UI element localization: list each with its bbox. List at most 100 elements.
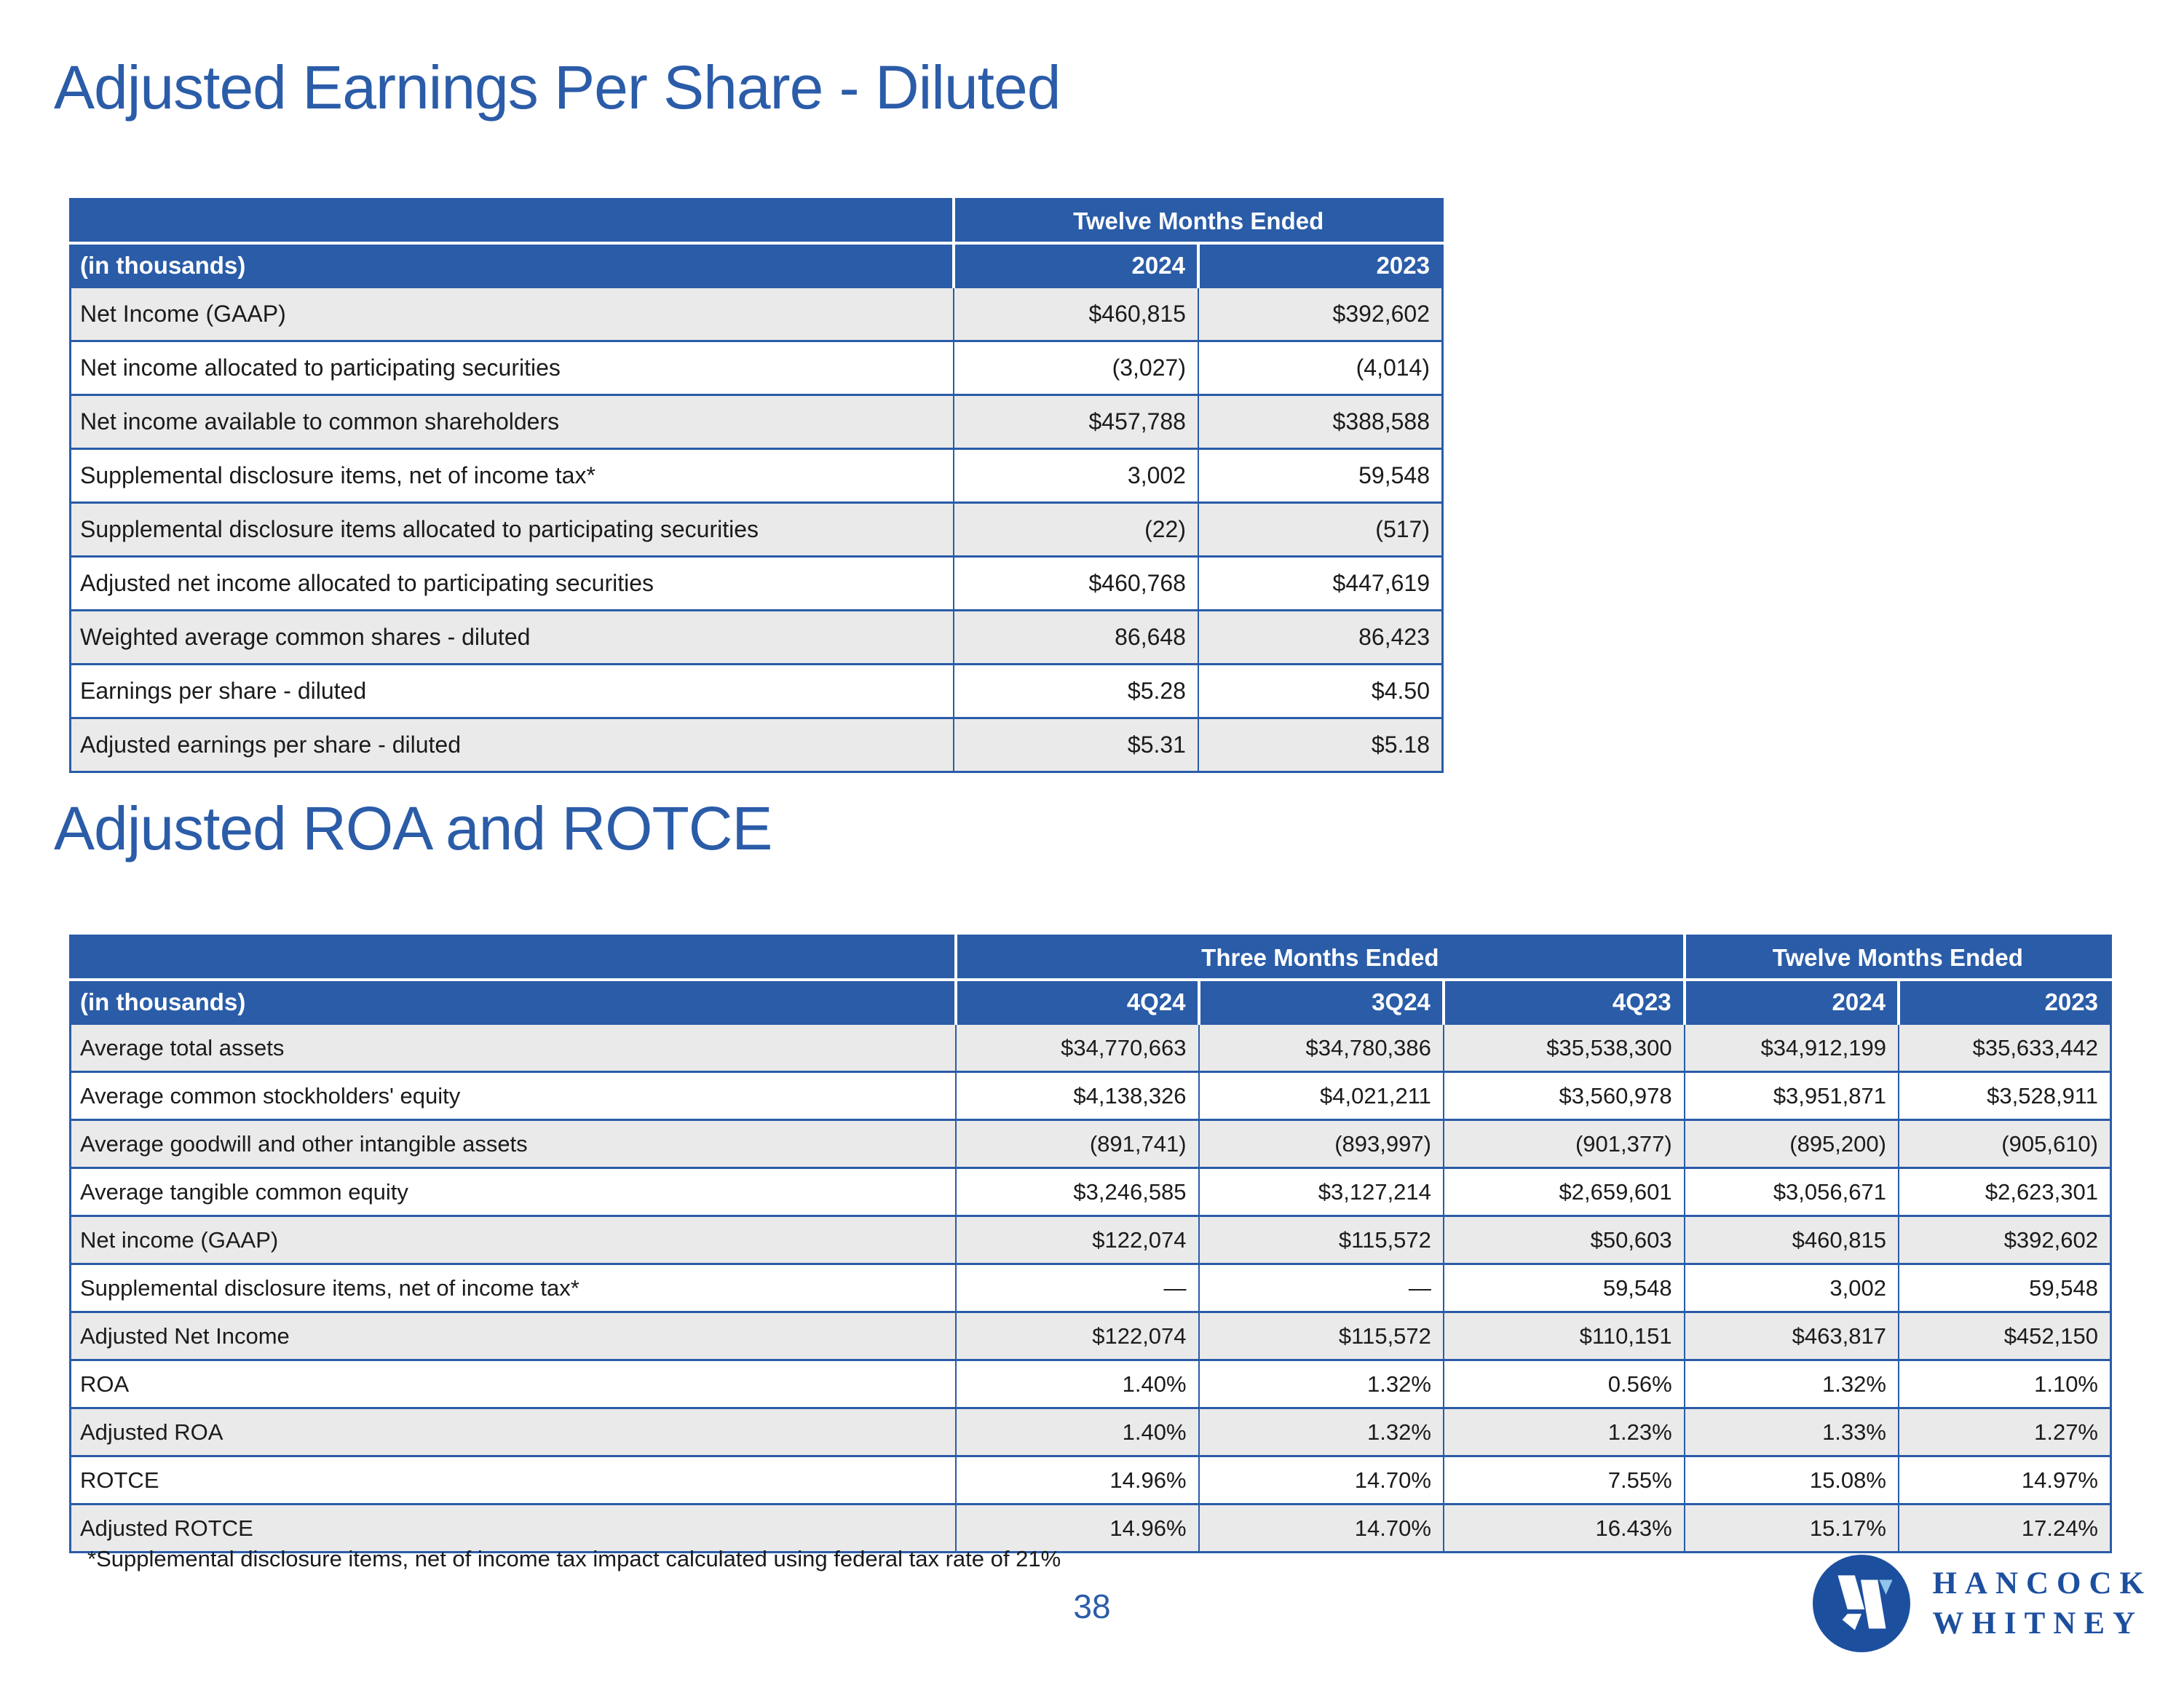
hancock-whitney-logo: HANCOCK WHITNEY	[1813, 1555, 2152, 1652]
roa-corner-blank	[71, 936, 957, 980]
logo-wordmark: HANCOCK WHITNEY	[1932, 1563, 2152, 1644]
row-label-cell: Net income available to common sharehold…	[71, 395, 954, 449]
table-row: Net income (GAAP) $122,074 $115,572 $50,…	[71, 1216, 2111, 1264]
page-title-roa: Adjusted ROA and ROTCE	[54, 793, 772, 864]
value-cell: $122,074	[956, 1312, 1199, 1360]
column-header: 2023	[1198, 243, 1443, 288]
value-cell: $34,770,663	[956, 1024, 1199, 1072]
row-label-cell: Supplemental disclosure items, net of in…	[71, 449, 954, 503]
value-cell: $460,768	[954, 557, 1198, 611]
row-label-cell: Average common stockholders' equity	[71, 1072, 957, 1120]
value-cell: 1.32%	[1199, 1360, 1444, 1408]
value-cell: $4,138,326	[956, 1072, 1199, 1120]
table-row: Net income available to common sharehold…	[71, 395, 1443, 449]
value-cell: (22)	[954, 503, 1198, 557]
value-cell: (893,997)	[1199, 1120, 1444, 1168]
value-cell: 59,548	[1444, 1264, 1685, 1312]
value-cell: $34,912,199	[1685, 1024, 1899, 1072]
value-cell: $50,603	[1444, 1216, 1685, 1264]
table-row: Adjusted ROTCE 14.96% 14.70% 16.43% 15.1…	[71, 1504, 2111, 1553]
table-row: Adjusted net income allocated to partici…	[71, 557, 1443, 611]
eps-column-header-row: (in thousands) 2024 2023	[71, 243, 1443, 288]
table-row: Average goodwill and other intangible as…	[71, 1120, 2111, 1168]
table-row: ROA 1.40% 1.32% 0.56% 1.32% 1.10%	[71, 1360, 2111, 1408]
table-row: Average total assets $34,770,663 $34,780…	[71, 1024, 2111, 1072]
value-cell: $452,150	[1899, 1312, 2111, 1360]
row-label-cell: Net Income (GAAP)	[71, 288, 954, 341]
value-cell: $5.28	[954, 665, 1198, 718]
roa-colgroup-twelve-months: Twelve Months Ended	[1685, 936, 2111, 980]
column-header: 3Q24	[1199, 980, 1444, 1024]
eps-colgroup-twelve-months: Twelve Months Ended	[954, 199, 1442, 244]
row-label-cell: Weighted average common shares - diluted	[71, 611, 954, 665]
value-cell: 17.24%	[1899, 1504, 2111, 1553]
row-label-cell: Adjusted Net Income	[71, 1312, 957, 1360]
column-header: 4Q24	[956, 980, 1199, 1024]
table-row: Supplemental disclosure items, net of in…	[71, 1264, 2111, 1312]
table-row: Average common stockholders' equity $4,1…	[71, 1072, 2111, 1120]
row-label-cell: ROTCE	[71, 1456, 957, 1504]
row-label-cell: Net income (GAAP)	[71, 1216, 957, 1264]
eps-corner-blank	[71, 199, 954, 244]
row-label-cell: Adjusted net income allocated to partici…	[71, 557, 954, 611]
table-row: Supplemental disclosure items allocated …	[71, 503, 1443, 557]
value-cell: $110,151	[1444, 1312, 1685, 1360]
roa-column-header-row: (in thousands) 4Q24 3Q24 4Q23 2024 2023	[71, 980, 2111, 1024]
value-cell: 1.23%	[1444, 1408, 1685, 1456]
row-label-cell: Average tangible common equity	[71, 1168, 957, 1216]
value-cell: (895,200)	[1685, 1120, 1899, 1168]
table-row: Earnings per share - diluted $5.28 $4.50	[71, 665, 1443, 718]
value-cell: 3,002	[1685, 1264, 1899, 1312]
eps-corner-label: (in thousands)	[71, 243, 954, 288]
value-cell: $115,572	[1199, 1216, 1444, 1264]
value-cell: (901,377)	[1444, 1120, 1685, 1168]
value-cell: $5.18	[1198, 718, 1443, 772]
column-header: 2024	[1685, 980, 1899, 1024]
value-cell: 1.40%	[956, 1408, 1199, 1456]
value-cell: $35,633,442	[1899, 1024, 2111, 1072]
value-cell: (891,741)	[956, 1120, 1199, 1168]
value-cell: $3,246,585	[956, 1168, 1199, 1216]
row-label-cell: Adjusted ROA	[71, 1408, 957, 1456]
value-cell: 1.33%	[1685, 1408, 1899, 1456]
eps-group-header-row: Twelve Months Ended	[71, 199, 1443, 244]
value-cell: 1.10%	[1899, 1360, 2111, 1408]
row-label-cell: Earnings per share - diluted	[71, 665, 954, 718]
value-cell: $457,788	[954, 395, 1198, 449]
roa-table: Three Months Ended Twelve Months Ended (…	[69, 935, 2112, 1553]
value-cell: 59,548	[1198, 449, 1443, 503]
column-header: 4Q23	[1444, 980, 1685, 1024]
logo-wordmark-line2: WHITNEY	[1932, 1603, 2152, 1644]
value-cell: $34,780,386	[1199, 1024, 1444, 1072]
page-title-eps: Adjusted Earnings Per Share - Diluted	[54, 52, 1060, 123]
value-cell: 7.55%	[1444, 1456, 1685, 1504]
value-cell: $388,588	[1198, 395, 1443, 449]
table-row: Supplemental disclosure items, net of in…	[71, 449, 1443, 503]
value-cell: $2,659,601	[1444, 1168, 1685, 1216]
footnote: *Supplemental disclosure items, net of i…	[87, 1546, 1061, 1572]
value-cell: $115,572	[1199, 1312, 1444, 1360]
value-cell: $3,951,871	[1685, 1072, 1899, 1120]
value-cell: $5.31	[954, 718, 1198, 772]
column-header: 2024	[954, 243, 1198, 288]
value-cell: 15.08%	[1685, 1456, 1899, 1504]
value-cell: —	[1199, 1264, 1444, 1312]
value-cell: $4,021,211	[1199, 1072, 1444, 1120]
value-cell: $2,623,301	[1899, 1168, 2111, 1216]
value-cell: $122,074	[956, 1216, 1199, 1264]
eps-table: Twelve Months Ended (in thousands) 2024 …	[69, 198, 1444, 773]
row-label-cell: Adjusted ROTCE	[71, 1504, 957, 1553]
value-cell: 1.27%	[1899, 1408, 2111, 1456]
value-cell: (3,027)	[954, 341, 1198, 395]
table-row: Net Income (GAAP) $460,815 $392,602	[71, 288, 1443, 341]
value-cell: 15.17%	[1685, 1504, 1899, 1553]
value-cell: —	[956, 1264, 1199, 1312]
row-label-cell: Adjusted earnings per share - diluted	[71, 718, 954, 772]
value-cell: $3,056,671	[1685, 1168, 1899, 1216]
table-row: ROTCE 14.96% 14.70% 7.55% 15.08% 14.97%	[71, 1456, 2111, 1504]
value-cell: $460,815	[1685, 1216, 1899, 1264]
value-cell: 86,648	[954, 611, 1198, 665]
value-cell: 1.40%	[956, 1360, 1199, 1408]
value-cell: 14.70%	[1199, 1504, 1444, 1553]
value-cell: $35,538,300	[1444, 1024, 1685, 1072]
